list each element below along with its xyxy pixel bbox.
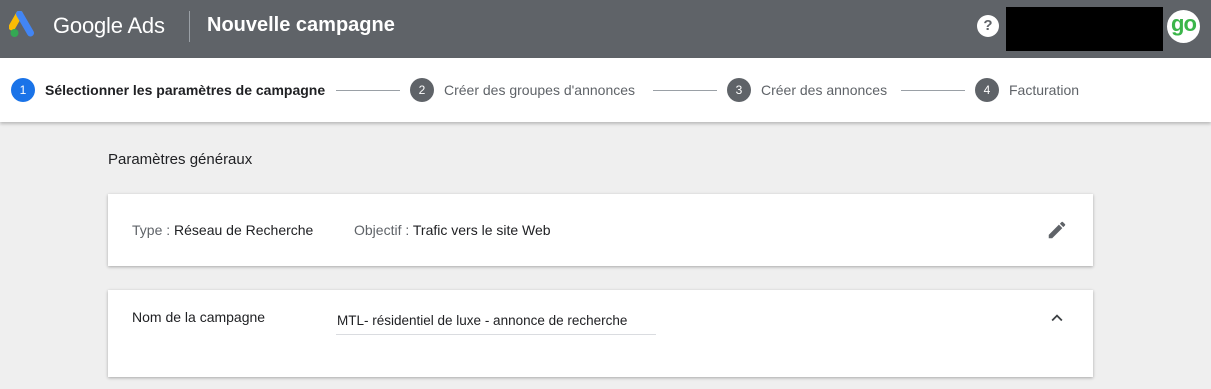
campaign-name-label: Nom de la campagne <box>132 309 266 325</box>
avatar[interactable]: go <box>1167 10 1200 43</box>
step-number: 4 <box>975 78 999 102</box>
step-number: 2 <box>410 78 434 102</box>
step-ads[interactable]: 3 Créer des annonces <box>727 78 887 102</box>
campaign-stepper: 1 Sélectionner les paramètres de campagn… <box>0 58 1211 122</box>
objective-value: Trafic vers le site Web <box>412 222 551 238</box>
type-value: Réseau de Recherche <box>174 222 314 238</box>
step-billing[interactable]: 4 Facturation <box>975 78 1079 102</box>
objective-label: Objectif : <box>354 222 413 238</box>
google-ads-logo-icon[interactable] <box>9 11 41 39</box>
step-ad-groups[interactable]: 2 Créer des groupes d'annonces <box>410 78 635 102</box>
campaign-name-card: Nom de la campagne <box>108 290 1093 377</box>
chevron-up-icon[interactable] <box>1046 307 1068 329</box>
step-number: 1 <box>11 78 35 102</box>
step-number: 3 <box>727 78 751 102</box>
avatar-text: go <box>1171 11 1197 36</box>
step-connector <box>653 90 717 91</box>
top-app-bar: Google Ads Nouvelle campagne ? go <box>0 0 1211 58</box>
step-label: Créer des groupes d'annonces <box>444 82 636 98</box>
page-title: Nouvelle campagne <box>207 14 395 36</box>
step-connector <box>336 90 400 91</box>
step-label: Facturation <box>1009 82 1080 98</box>
campaign-type: Type : Réseau de Recherche <box>132 222 313 238</box>
campaign-name-input[interactable] <box>336 307 656 335</box>
general-settings-summary-card: Type : Réseau de Recherche Objectif : Tr… <box>108 194 1093 266</box>
step-label: Sélectionner les paramètres de campagne <box>45 82 326 98</box>
step-connector <box>901 90 965 91</box>
brand-name: Google Ads <box>53 13 165 38</box>
section-title: Paramètres généraux <box>108 151 253 168</box>
pencil-icon[interactable] <box>1046 219 1068 241</box>
header-divider <box>189 11 190 42</box>
step-label: Créer des annonces <box>761 82 888 98</box>
help-icon[interactable]: ? <box>977 15 999 37</box>
campaign-objective: Objectif : Trafic vers le site Web <box>354 222 551 238</box>
step-select-settings[interactable]: 1 Sélectionner les paramètres de campagn… <box>11 78 325 102</box>
type-label: Type : <box>132 222 175 238</box>
account-name-redacted[interactable] <box>1006 7 1163 51</box>
